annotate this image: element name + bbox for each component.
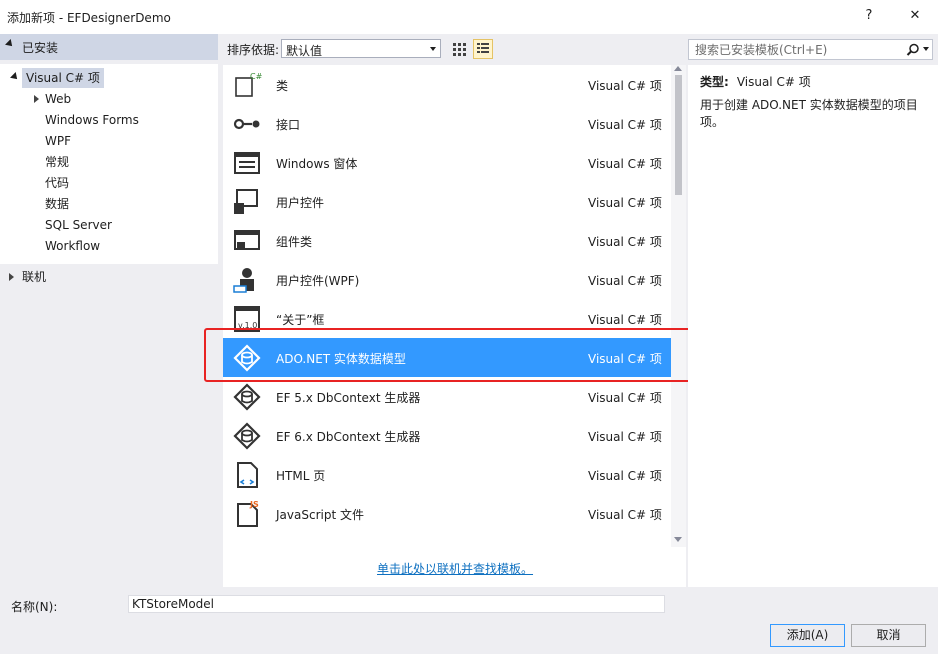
svg-text:JS: JS bbox=[249, 500, 259, 509]
interface-icon bbox=[233, 118, 260, 130]
search-input[interactable] bbox=[693, 42, 907, 58]
template-row[interactable]: JS JavaScript 文件 Visual C# 项 bbox=[223, 494, 671, 533]
template-name: HTML 页 bbox=[276, 469, 326, 483]
template-category: Visual C# 项 bbox=[588, 196, 662, 210]
template-list: C# 类 Visual C# 项接口 Visual C# 项 Windows 窗体 Vis… bbox=[223, 65, 686, 587]
class-icon: C# bbox=[235, 72, 262, 97]
tree-item-sql-server[interactable]: SQL Server bbox=[45, 215, 112, 235]
template-row[interactable]: HTML 页 Visual C# 项 bbox=[223, 455, 671, 494]
template-tree: Visual C# 项 Web Windows Forms WPF 常规 代码 … bbox=[0, 64, 218, 264]
template-category: Visual C# 项 bbox=[588, 430, 662, 444]
name-input[interactable] bbox=[128, 595, 665, 613]
template-category: Visual C# 项 bbox=[588, 79, 662, 93]
chevron-down-icon bbox=[430, 47, 436, 51]
description-text: 用于创建 ADO.NET 实体数据模型的项目项。 bbox=[700, 98, 918, 129]
javascript-file-icon: JS bbox=[237, 500, 259, 527]
expand-arrow-icon[interactable] bbox=[9, 273, 14, 281]
add-button[interactable]: 添加(A) bbox=[770, 624, 845, 647]
tree-item-code[interactable]: 代码 bbox=[45, 173, 69, 193]
tree-item-visual-csharp[interactable]: Visual C# 项 bbox=[22, 68, 104, 88]
template-name: “关于”框 bbox=[276, 313, 325, 327]
expand-arrow-icon[interactable] bbox=[10, 72, 20, 82]
template-name: 接口 bbox=[276, 118, 301, 132]
grid-view-button[interactable] bbox=[449, 39, 469, 59]
title-bar: 添加新项 - EFDesignerDemo ? ✕ bbox=[0, 0, 938, 34]
dbcontext-generator-icon bbox=[233, 383, 261, 411]
chevron-down-icon[interactable] bbox=[923, 47, 929, 51]
template-row[interactable]: EF 6.x DbContext 生成器 Visual C# 项 bbox=[223, 416, 671, 455]
collapse-arrow-icon[interactable] bbox=[5, 39, 15, 49]
template-name: 组件类 bbox=[276, 235, 313, 249]
window-title: 添加新项 - EFDesignerDemo bbox=[7, 11, 171, 25]
template-category: Visual C# 项 bbox=[588, 157, 662, 171]
windows-form-icon bbox=[234, 152, 260, 174]
tree-item-windows-forms[interactable]: Windows Forms bbox=[45, 110, 139, 130]
template-name: EF 6.x DbContext 生成器 bbox=[276, 430, 421, 444]
cancel-button[interactable]: 取消 bbox=[851, 624, 926, 647]
highlight-annotation bbox=[204, 328, 699, 382]
search-icon[interactable] bbox=[906, 43, 920, 57]
tree-item-online[interactable]: 联机 bbox=[22, 267, 46, 287]
scrollbar-thumb[interactable] bbox=[675, 75, 682, 195]
type-label: 类型: bbox=[700, 75, 729, 89]
search-box[interactable] bbox=[688, 39, 933, 60]
user-control-icon bbox=[234, 189, 258, 214]
template-category: Visual C# 项 bbox=[588, 274, 662, 288]
online-search-link[interactable]: 单击此处以联机并查找模板。 bbox=[377, 560, 533, 577]
template-row[interactable]: 组件类 Visual C# 项 bbox=[223, 221, 671, 260]
tree-item-general[interactable]: 常规 bbox=[45, 152, 69, 172]
dbcontext-generator-icon bbox=[233, 422, 261, 450]
template-name: JavaScript 文件 bbox=[276, 508, 364, 522]
description-pane: 类型: Visual C# 项 用于创建 ADO.NET 实体数据模型的项目项。 bbox=[688, 65, 938, 587]
grid-view-icon bbox=[453, 43, 466, 56]
template-name: 用户控件(WPF) bbox=[276, 274, 360, 288]
tree-item-wpf[interactable]: WPF bbox=[45, 131, 71, 151]
scroll-up-icon[interactable] bbox=[674, 66, 682, 71]
tree-item-workflow[interactable]: Workflow bbox=[45, 236, 100, 256]
sort-dropdown[interactable]: 默认值 bbox=[281, 39, 441, 58]
template-row[interactable]: 接口 Visual C# 项 bbox=[223, 104, 671, 143]
template-name: Windows 窗体 bbox=[276, 157, 358, 171]
tree-item-data[interactable]: 数据 bbox=[45, 194, 69, 214]
expand-arrow-icon[interactable] bbox=[34, 95, 39, 103]
template-category: Visual C# 项 bbox=[588, 118, 662, 132]
template-category: Visual C# 项 bbox=[588, 313, 662, 327]
close-button[interactable]: ✕ bbox=[903, 6, 927, 26]
svg-text:C#: C# bbox=[250, 72, 262, 81]
template-row[interactable]: 用户控件(WPF) Visual C# 项 bbox=[223, 260, 671, 299]
template-category: Visual C# 项 bbox=[588, 391, 662, 405]
installed-header[interactable]: 已安装 bbox=[0, 34, 218, 60]
component-class-icon bbox=[234, 230, 260, 250]
template-row[interactable]: EF 5.x DbContext 生成器 Visual C# 项 bbox=[223, 377, 671, 416]
scroll-down-icon[interactable] bbox=[674, 537, 682, 542]
sort-value: 默认值 bbox=[286, 44, 323, 58]
template-row[interactable]: Windows 窗体 Visual C# 项 bbox=[223, 143, 671, 182]
template-row[interactable]: C# 类 Visual C# 项 bbox=[223, 65, 671, 104]
wpf-user-control-icon bbox=[233, 268, 254, 293]
help-button[interactable]: ? bbox=[857, 6, 881, 26]
list-view-button[interactable] bbox=[473, 39, 493, 59]
template-name: EF 5.x DbContext 生成器 bbox=[276, 391, 421, 405]
type-row: 类型: Visual C# 项 bbox=[700, 73, 811, 90]
html-page-icon bbox=[237, 462, 258, 488]
template-category: Visual C# 项 bbox=[588, 469, 662, 483]
template-name: 用户控件 bbox=[276, 196, 325, 210]
list-view-icon bbox=[477, 43, 489, 53]
name-label: 名称(N): bbox=[11, 600, 58, 614]
installed-label: 已安装 bbox=[22, 41, 59, 55]
template-name: 类 bbox=[276, 79, 289, 93]
template-category: Visual C# 项 bbox=[588, 235, 662, 249]
template-row[interactable]: 用户控件 Visual C# 项 bbox=[223, 182, 671, 221]
type-value: Visual C# 项 bbox=[736, 75, 811, 89]
sort-label: 排序依据: bbox=[227, 43, 280, 57]
tree-item-web[interactable]: Web bbox=[45, 89, 71, 109]
template-category: Visual C# 项 bbox=[588, 508, 662, 522]
